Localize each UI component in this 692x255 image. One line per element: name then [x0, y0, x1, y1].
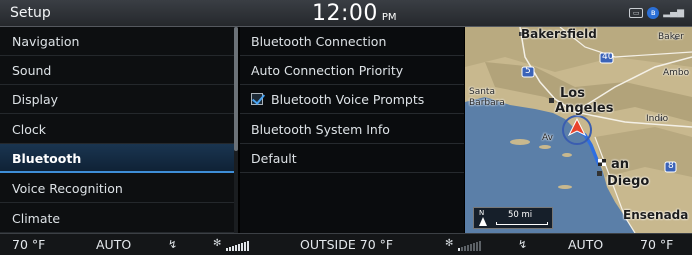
navigation-map[interactable]: Bakersfield Baker Ambo Santa Barbara Los…	[465, 27, 692, 233]
menu-scrollbar-thumb[interactable]	[234, 27, 238, 151]
signal-icon: ▂▄▆	[663, 8, 684, 18]
route-shield-8: 8	[668, 161, 674, 171]
map-label-san: an	[611, 157, 630, 172]
menu-item-sound[interactable]: Sound	[0, 56, 237, 85]
scale-distance: 50 mi	[508, 210, 533, 220]
map-label-santa: Santa	[469, 87, 495, 97]
map-label-bakersfield: Bakersfield	[521, 27, 597, 41]
menu-item-display[interactable]: Display	[0, 85, 237, 114]
clock-ampm: PM	[381, 12, 397, 23]
right-fan-icon[interactable]: ✻	[445, 238, 453, 249]
map-label-indio: Indio	[646, 114, 669, 124]
option-auto-connection-priority[interactable]: Auto Connection Priority	[240, 56, 464, 85]
menu-item-bluetooth[interactable]: Bluetooth	[0, 144, 237, 173]
setup-menu: Navigation Sound Display Clock Bluetooth…	[0, 27, 237, 233]
map-label-avalon: Av	[542, 133, 553, 143]
north-label: N	[479, 209, 485, 217]
climate-bar: 70 °F AUTO ↯ ✻ OUTSIDE 70 °F ✻ ↯ AUTO 70…	[0, 233, 692, 255]
voice-prompts-label: Bluetooth Voice Prompts	[271, 92, 425, 107]
outside-temperature: OUTSIDE 70 °F	[300, 237, 394, 252]
menu-item-clock[interactable]: Clock	[0, 115, 237, 144]
map-graphic	[465, 27, 692, 233]
route-shield-5: 5	[525, 66, 531, 76]
map-label-angeles: Angeles	[555, 101, 614, 116]
map-label-diego: Diego	[607, 174, 650, 189]
voice-prompts-checkbox[interactable]	[251, 93, 263, 105]
bluetooth-icon: ʙ	[647, 7, 660, 19]
bluetooth-options: Bluetooth Connection Auto Connection Pri…	[240, 27, 464, 233]
left-fan-icon[interactable]: ✻	[213, 238, 221, 249]
scale-bar	[496, 222, 548, 225]
route-shield-40: 40	[602, 52, 614, 62]
page-title: Setup	[10, 5, 51, 21]
left-temperature[interactable]: 70 °F	[12, 237, 45, 252]
menu-item-navigation[interactable]: Navigation	[0, 27, 237, 56]
right-auto-mode[interactable]: AUTO	[568, 237, 603, 252]
right-airflow-icon[interactable]: ↯	[518, 238, 527, 251]
map-scale: N 50 mi	[473, 207, 553, 229]
north-arrow-icon	[479, 217, 487, 226]
clock-time: 12:00	[312, 1, 378, 26]
left-fan-speed[interactable]	[226, 240, 249, 251]
menu-item-climate[interactable]: Climate	[0, 204, 237, 233]
map-label-baker: Baker	[658, 32, 684, 42]
option-bluetooth-connection[interactable]: Bluetooth Connection	[240, 27, 464, 56]
option-default[interactable]: Default	[240, 144, 464, 173]
map-label-barbara: Barbara	[469, 98, 505, 108]
map-label-los: Los	[560, 86, 585, 101]
left-auto-mode[interactable]: AUTO	[96, 237, 131, 252]
map-label-ensenada: Ensenada	[623, 208, 689, 222]
option-bluetooth-voice-prompts[interactable]: Bluetooth Voice Prompts	[240, 85, 464, 114]
clock: 12:00 PM	[312, 1, 397, 26]
map-label-amboy: Ambo	[663, 68, 690, 78]
mic-icon: ▭	[629, 8, 644, 18]
status-bar: Setup 12:00 PM ▭ ʙ ▂▄▆	[0, 0, 692, 27]
option-bluetooth-system-info[interactable]: Bluetooth System Info	[240, 115, 464, 144]
right-fan-speed[interactable]	[458, 240, 481, 251]
right-temperature[interactable]: 70 °F	[640, 237, 673, 252]
menu-item-voice-recognition[interactable]: Voice Recognition	[0, 174, 237, 203]
status-icons: ▭ ʙ ▂▄▆	[629, 7, 684, 19]
left-airflow-icon[interactable]: ↯	[168, 238, 177, 251]
